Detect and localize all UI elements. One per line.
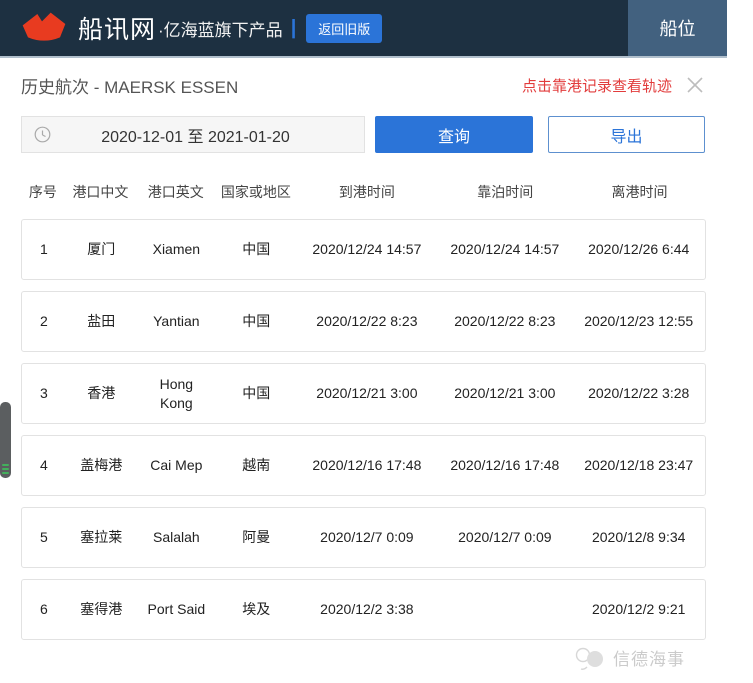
cell-port-en: Xiamen xyxy=(137,240,216,259)
table-row[interactable]: 3 香港 Hong Kong 中国 2020/12/21 3:00 2020/1… xyxy=(21,363,706,424)
cell-port-en: Hong Kong xyxy=(137,375,216,413)
table-header-row: 序号 港口中文 港口英文 国家或地区 到港时间 靠泊时间 离港时间 xyxy=(0,173,727,211)
top-navbar: 船讯网 ·亿海蓝旗下产品 | 返回旧版 船位 xyxy=(0,0,727,58)
cell-arrival: 2020/12/2 3:38 xyxy=(297,600,438,619)
page-title: 历史航次 - MAERSK ESSEN xyxy=(21,73,238,98)
indicator-stripe xyxy=(2,468,9,470)
cell-port-cn: 塞拉莱 xyxy=(66,528,137,547)
cell-departure: 2020/12/26 6:44 xyxy=(572,240,705,259)
watermark-text: 信德海事 xyxy=(613,645,685,670)
scrollbar-thumb[interactable] xyxy=(0,402,11,478)
cell-no: 4 xyxy=(22,456,66,475)
cell-port-en: Salalah xyxy=(137,528,216,547)
boat-logo-icon xyxy=(20,11,68,45)
cell-arrival: 2020/12/21 3:00 xyxy=(297,384,438,403)
close-icon xyxy=(685,75,705,95)
back-to-old-version-button[interactable]: 返回旧版 xyxy=(306,14,382,43)
brand-name: 船讯网 xyxy=(78,10,156,46)
cell-no: 1 xyxy=(22,240,66,259)
cell-no: 5 xyxy=(22,528,66,547)
cell-berth: 2020/12/16 17:48 xyxy=(437,456,572,475)
panel-header: 历史航次 - MAERSK ESSEN 点击靠港记录查看轨迹 xyxy=(0,60,727,110)
cell-berth: 2020/12/7 0:09 xyxy=(437,528,572,547)
voyage-table: 序号 港口中文 港口英文 国家或地区 到港时间 靠泊时间 离港时间 1 厦门 X… xyxy=(0,173,727,640)
table-row[interactable]: 4 盖梅港 Cai Mep 越南 2020/12/16 17:48 2020/1… xyxy=(21,435,706,496)
clock-icon xyxy=(34,126,51,143)
cell-berth: 2020/12/24 14:57 xyxy=(437,240,572,259)
cell-port-cn: 盖梅港 xyxy=(66,456,137,475)
cell-berth: 2020/12/22 8:23 xyxy=(437,312,572,331)
cell-port-cn: 塞得港 xyxy=(66,600,137,619)
query-button[interactable]: 查询 xyxy=(375,116,533,153)
cell-departure: 2020/12/8 9:34 xyxy=(572,528,705,547)
cell-country: 阿曼 xyxy=(216,528,297,547)
cell-port-cn: 盐田 xyxy=(66,312,137,331)
close-button[interactable] xyxy=(684,74,706,96)
cell-port-en: Port Said xyxy=(137,600,216,619)
cell-no: 3 xyxy=(22,384,66,403)
date-range-picker[interactable]: 2020-12-01 至 2021-01-20 xyxy=(21,116,365,153)
table-row[interactable]: 1 厦门 Xiamen 中国 2020/12/24 14:57 2020/12/… xyxy=(21,219,706,280)
cell-port-en: Cai Mep xyxy=(137,456,216,475)
col-header-berth: 靠泊时间 xyxy=(437,182,573,202)
brand-subtitle: ·亿海蓝旗下产品 xyxy=(158,16,283,41)
cell-departure: 2020/12/23 12:55 xyxy=(572,312,705,331)
cell-country: 埃及 xyxy=(216,600,297,619)
cell-arrival: 2020/12/24 14:57 xyxy=(297,240,438,259)
table-row[interactable]: 5 塞拉莱 Salalah 阿曼 2020/12/7 0:09 2020/12/… xyxy=(21,507,706,568)
cell-departure: 2020/12/22 3:28 xyxy=(572,384,705,403)
cell-port-cn: 厦门 xyxy=(66,240,137,259)
cell-arrival: 2020/12/22 8:23 xyxy=(297,312,438,331)
cell-departure: 2020/12/2 9:21 xyxy=(572,600,705,619)
col-header-country: 国家或地区 xyxy=(216,182,297,202)
cell-no: 2 xyxy=(22,312,66,331)
export-button[interactable]: 导出 xyxy=(548,116,705,153)
watermark-logo-icon xyxy=(574,646,606,670)
filter-row: 2020-12-01 至 2021-01-20 查询 导出 xyxy=(0,116,727,153)
brand-divider: | xyxy=(291,17,297,40)
history-voyage-panel: 船讯网 ·亿海蓝旗下产品 | 返回旧版 船位 历史航次 - MAERSK ESS… xyxy=(0,0,727,683)
cell-arrival: 2020/12/7 0:09 xyxy=(297,528,438,547)
table-row[interactable]: 6 塞得港 Port Said 埃及 2020/12/2 3:38 2020/1… xyxy=(21,579,706,640)
col-header-arrival: 到港时间 xyxy=(296,182,437,202)
watermark: 信德海事 xyxy=(574,645,685,670)
indicator-stripe xyxy=(2,464,9,466)
col-header-no: 序号 xyxy=(21,182,65,202)
date-range-value: 2020-12-01 至 2021-01-20 xyxy=(51,123,364,147)
col-header-port-cn: 港口中文 xyxy=(65,182,136,202)
cell-no: 6 xyxy=(22,600,66,619)
tab-ship-position[interactable]: 船位 xyxy=(628,0,727,56)
cell-berth: 2020/12/21 3:00 xyxy=(437,384,572,403)
cell-country: 中国 xyxy=(216,384,297,403)
indicator-stripe xyxy=(2,472,9,474)
cell-country: 中国 xyxy=(216,240,297,259)
cell-arrival: 2020/12/16 17:48 xyxy=(297,456,438,475)
table-row[interactable]: 2 盐田 Yantian 中国 2020/12/22 8:23 2020/12/… xyxy=(21,291,706,352)
cell-country: 中国 xyxy=(216,312,297,331)
site-logo[interactable]: 船讯网 ·亿海蓝旗下产品 | xyxy=(20,10,306,46)
cell-departure: 2020/12/18 23:47 xyxy=(572,456,705,475)
cell-port-en: Yantian xyxy=(137,312,216,331)
col-header-port-en: 港口英文 xyxy=(136,182,215,202)
cell-port-cn: 香港 xyxy=(66,384,137,403)
click-record-hint: 点击靠港记录查看轨迹 xyxy=(522,75,672,96)
col-header-departure: 离港时间 xyxy=(573,182,706,202)
cell-country: 越南 xyxy=(216,456,297,475)
